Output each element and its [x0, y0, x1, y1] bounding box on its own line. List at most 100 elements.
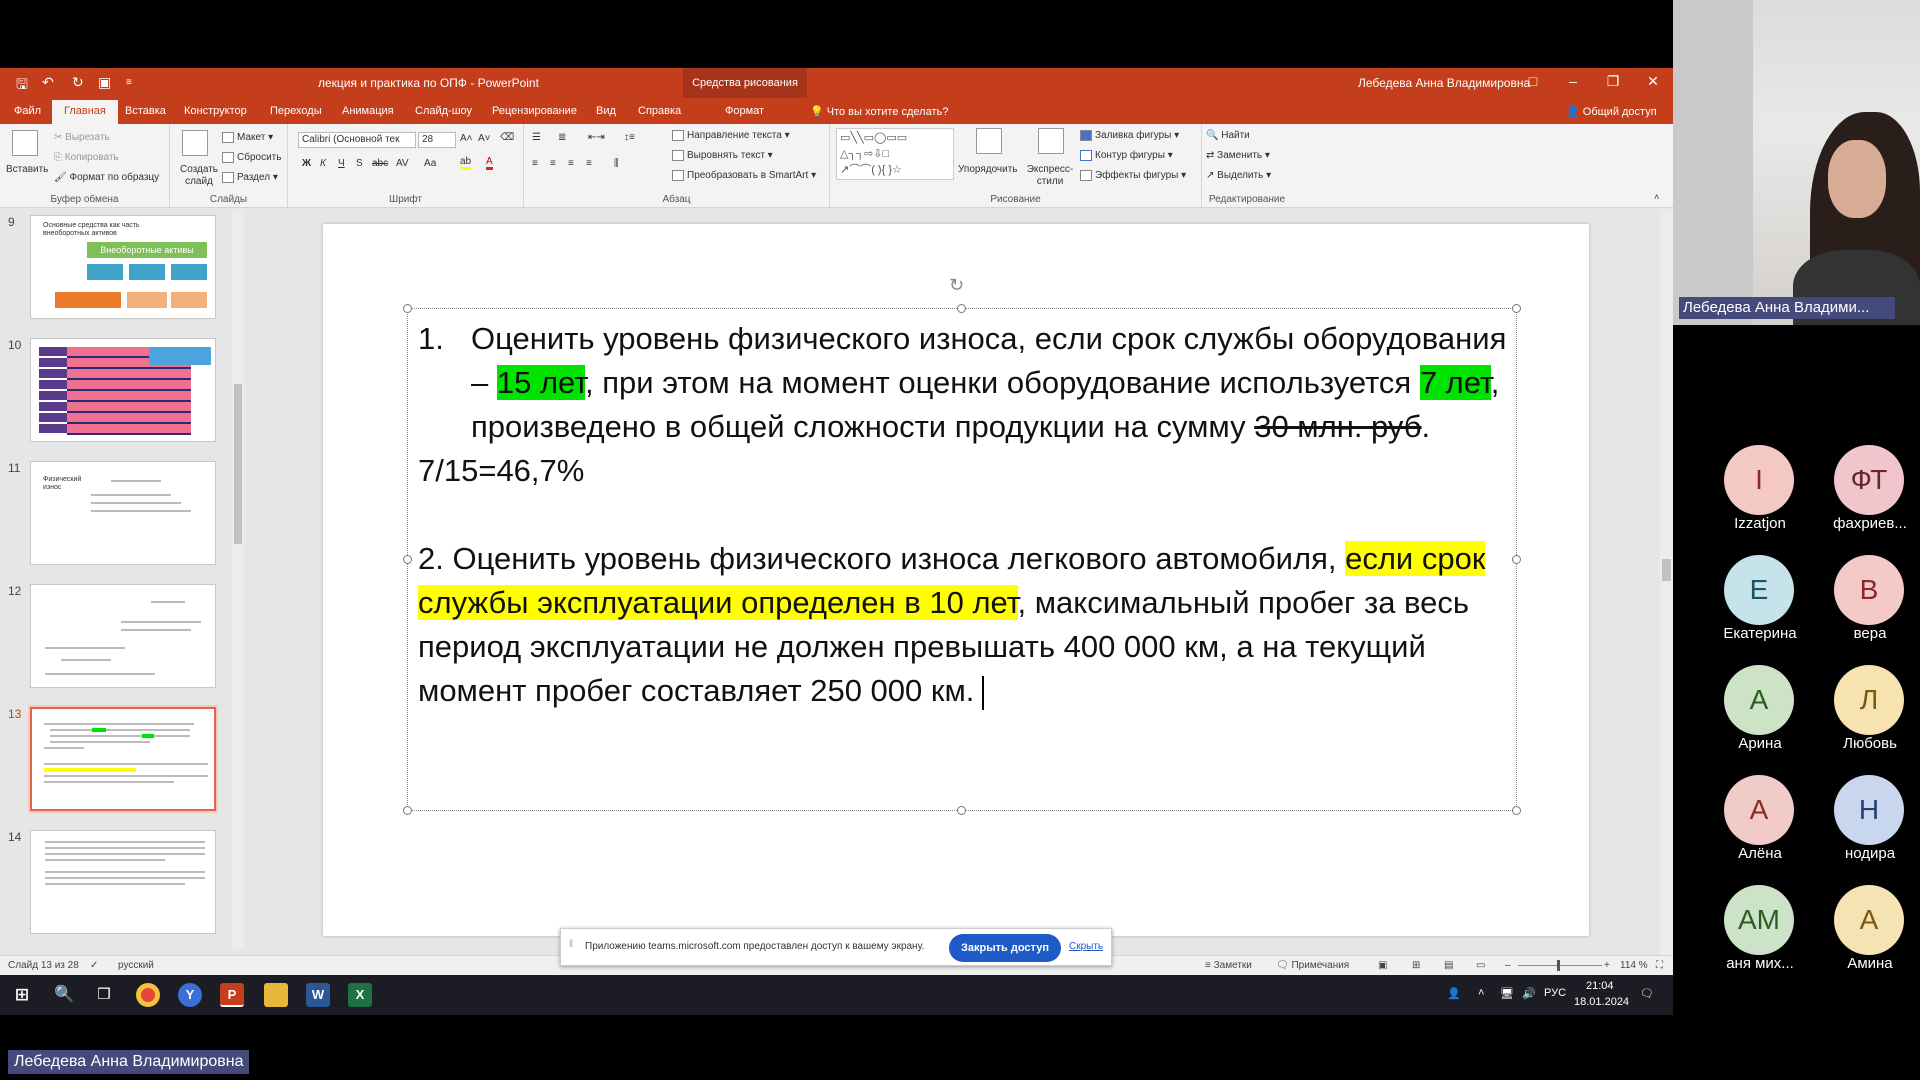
comments-button[interactable]: 🗨 Примечания [1276, 960, 1349, 971]
normal-view-icon[interactable]: ▣ [1378, 960, 1387, 971]
char-spacing-button[interactable]: AV [396, 158, 409, 169]
indent-icon[interactable]: ⇤⇥ [588, 132, 605, 143]
participant-tile[interactable]: А Арина [1698, 665, 1808, 765]
participant-tile[interactable]: Ннодира [1808, 775, 1918, 875]
shadow-button[interactable]: S [356, 158, 363, 169]
tab-file[interactable]: Файл [14, 105, 41, 117]
cut-button[interactable]: ✂ Вырезать [54, 132, 110, 143]
columns-icon[interactable]: ⫼ [614, 158, 619, 169]
font-color-icon[interactable]: A [486, 156, 493, 170]
reading-view-icon[interactable]: ▤ [1444, 960, 1453, 971]
bold-button[interactable]: Ж [302, 158, 311, 169]
shape-outline-button[interactable]: Контур фигуры ▾ [1080, 150, 1173, 161]
powerpoint-icon[interactable]: P [220, 983, 244, 1007]
presenter-video[interactable]: Лебедева Анна Владими... [1673, 0, 1920, 325]
notifications-icon[interactable]: 🗨 [1640, 987, 1654, 1000]
underline-button[interactable]: Ч [338, 158, 345, 169]
slide-thumbnail-9[interactable]: Основные средства как часть внеоборотных… [30, 215, 216, 319]
paste-button[interactable]: Вставить [6, 164, 48, 175]
clock-date[interactable]: 18.01.2024 [1574, 996, 1629, 1008]
customize-qat-icon[interactable]: ≡ [126, 77, 132, 88]
new-slide-button[interactable]: Создать слайд [178, 164, 220, 188]
justify-icon[interactable]: ≡ [586, 158, 592, 169]
file-explorer-icon[interactable] [264, 983, 288, 1007]
slide-text[interactable]: 1. Оценить уровень физического износа, е… [418, 317, 1513, 713]
network-icon[interactable]: 🖥 [1500, 987, 1514, 1000]
participant-tile[interactable]: ФТ фахриев... [1808, 445, 1918, 545]
restore-button[interactable]: ❐ [1598, 73, 1628, 90]
resize-handle[interactable] [957, 806, 966, 815]
excel-icon[interactable]: X [348, 983, 372, 1007]
change-case-button[interactable]: Аа [424, 158, 436, 169]
tab-design[interactable]: Конструктор [184, 105, 247, 117]
resize-handle[interactable] [957, 304, 966, 313]
tab-view[interactable]: Вид [596, 105, 616, 117]
layout-button[interactable]: Макет ▾ [222, 132, 273, 143]
ribbon-display-icon[interactable]: □ [1518, 73, 1548, 89]
copy-button[interactable]: ⎘ Копировать [54, 152, 119, 163]
italic-button[interactable]: К [320, 158, 326, 169]
shrink-font-icon[interactable]: A˅ [478, 133, 491, 144]
resize-handle[interactable] [403, 304, 412, 313]
highlight-color-icon[interactable]: ab [460, 156, 472, 170]
zoom-in-icon[interactable]: + [1604, 960, 1610, 971]
slideshow-view-icon[interactable]: ▭ [1476, 960, 1485, 971]
hide-banner-link[interactable]: Скрыть [1069, 941, 1103, 952]
align-right-icon[interactable]: ≡ [568, 158, 574, 169]
resize-handle[interactable] [1512, 806, 1521, 815]
reset-button[interactable]: Сбросить [222, 152, 281, 163]
slide-thumbnail-10[interactable] [30, 338, 216, 442]
new-slide-icon[interactable] [182, 130, 208, 156]
scrollbar-thumb[interactable] [234, 384, 242, 544]
thumbnails-scrollbar[interactable] [232, 209, 244, 949]
people-icon[interactable]: 👤 [1447, 987, 1461, 1000]
select-button[interactable]: ↗ Выделить ▾ [1206, 170, 1271, 181]
collapse-ribbon-icon[interactable]: ˄ [1654, 192, 1659, 202]
participant-tile[interactable]: Е Екатерина [1698, 555, 1808, 655]
slide-canvas[interactable]: ↻ 1. Оценить уровень физического износа,… [323, 224, 1589, 936]
align-left-icon[interactable]: ≡ [532, 158, 538, 169]
participant-tile[interactable]: А Алёна [1698, 775, 1808, 875]
volume-icon[interactable]: 🔊 [1522, 987, 1536, 1000]
slide-thumbnail-11[interactable]: Физический износ [30, 461, 216, 565]
participant-tile[interactable]: I Izzatjon [1698, 445, 1808, 545]
participant-tile[interactable]: АМ аня мих... [1698, 885, 1808, 985]
shape-fill-button[interactable]: Заливка фигуры ▾ [1080, 130, 1179, 141]
slide-thumbnail-12[interactable] [30, 584, 216, 688]
slide-scrollbar[interactable] [1660, 209, 1673, 955]
paste-icon[interactable] [12, 130, 38, 156]
close-button[interactable]: ✕ [1638, 73, 1668, 90]
resize-handle[interactable] [403, 806, 412, 815]
zoom-level[interactable]: 114 % [1620, 960, 1648, 971]
participant-tile[interactable]: А Амина [1808, 885, 1918, 985]
drag-handle-icon[interactable]: ‖ [569, 939, 573, 950]
bullets-icon[interactable]: ☰ [532, 132, 541, 143]
resize-handle[interactable] [403, 555, 412, 564]
word-icon[interactable]: W [306, 983, 330, 1007]
chrome-icon[interactable] [136, 983, 160, 1007]
share-button[interactable]: 👤 Общий доступ [1566, 105, 1657, 118]
spellcheck-icon[interactable]: ✓ [90, 960, 98, 971]
zoom-out-icon[interactable]: – [1505, 960, 1511, 971]
yandex-browser-icon[interactable]: Y [178, 983, 202, 1007]
replace-button[interactable]: ⇄ Заменить ▾ [1206, 150, 1270, 161]
tab-insert[interactable]: Вставка [125, 105, 166, 117]
text-direction-button[interactable]: Направление текста ▾ [672, 130, 790, 141]
align-center-icon[interactable]: ≡ [550, 158, 556, 169]
arrange-button[interactable]: Упорядочить [958, 164, 1018, 175]
text-box[interactable]: ↻ 1. Оценить уровень физического износа,… [403, 275, 1521, 815]
clock-time[interactable]: 21:04 [1586, 980, 1614, 992]
zoom-slider[interactable] [1518, 965, 1602, 966]
align-text-button[interactable]: Выровнять текст ▾ [672, 150, 773, 161]
shapes-gallery[interactable]: ▭╲╲▭◯▭▭ △┐┐⇨⇩□ ↗⌒⌒( ){ }☆ [836, 128, 954, 180]
section-button[interactable]: Раздел ▾ [222, 172, 278, 183]
windows-start-icon[interactable]: ⊞ [10, 983, 34, 1007]
fit-slide-icon[interactable]: ⛶ [1656, 960, 1663, 971]
stop-sharing-button[interactable]: Закрыть доступ [949, 934, 1061, 962]
undo-icon[interactable]: ↶ [42, 74, 54, 91]
format-painter-button[interactable]: 🖌 Формат по образцу [54, 172, 159, 183]
resize-handle[interactable] [1512, 304, 1521, 313]
task-view-icon[interactable]: ❒ [92, 983, 116, 1007]
start-slideshow-icon[interactable]: ▣ [98, 74, 111, 91]
numbering-icon[interactable]: ≣ [558, 132, 566, 143]
